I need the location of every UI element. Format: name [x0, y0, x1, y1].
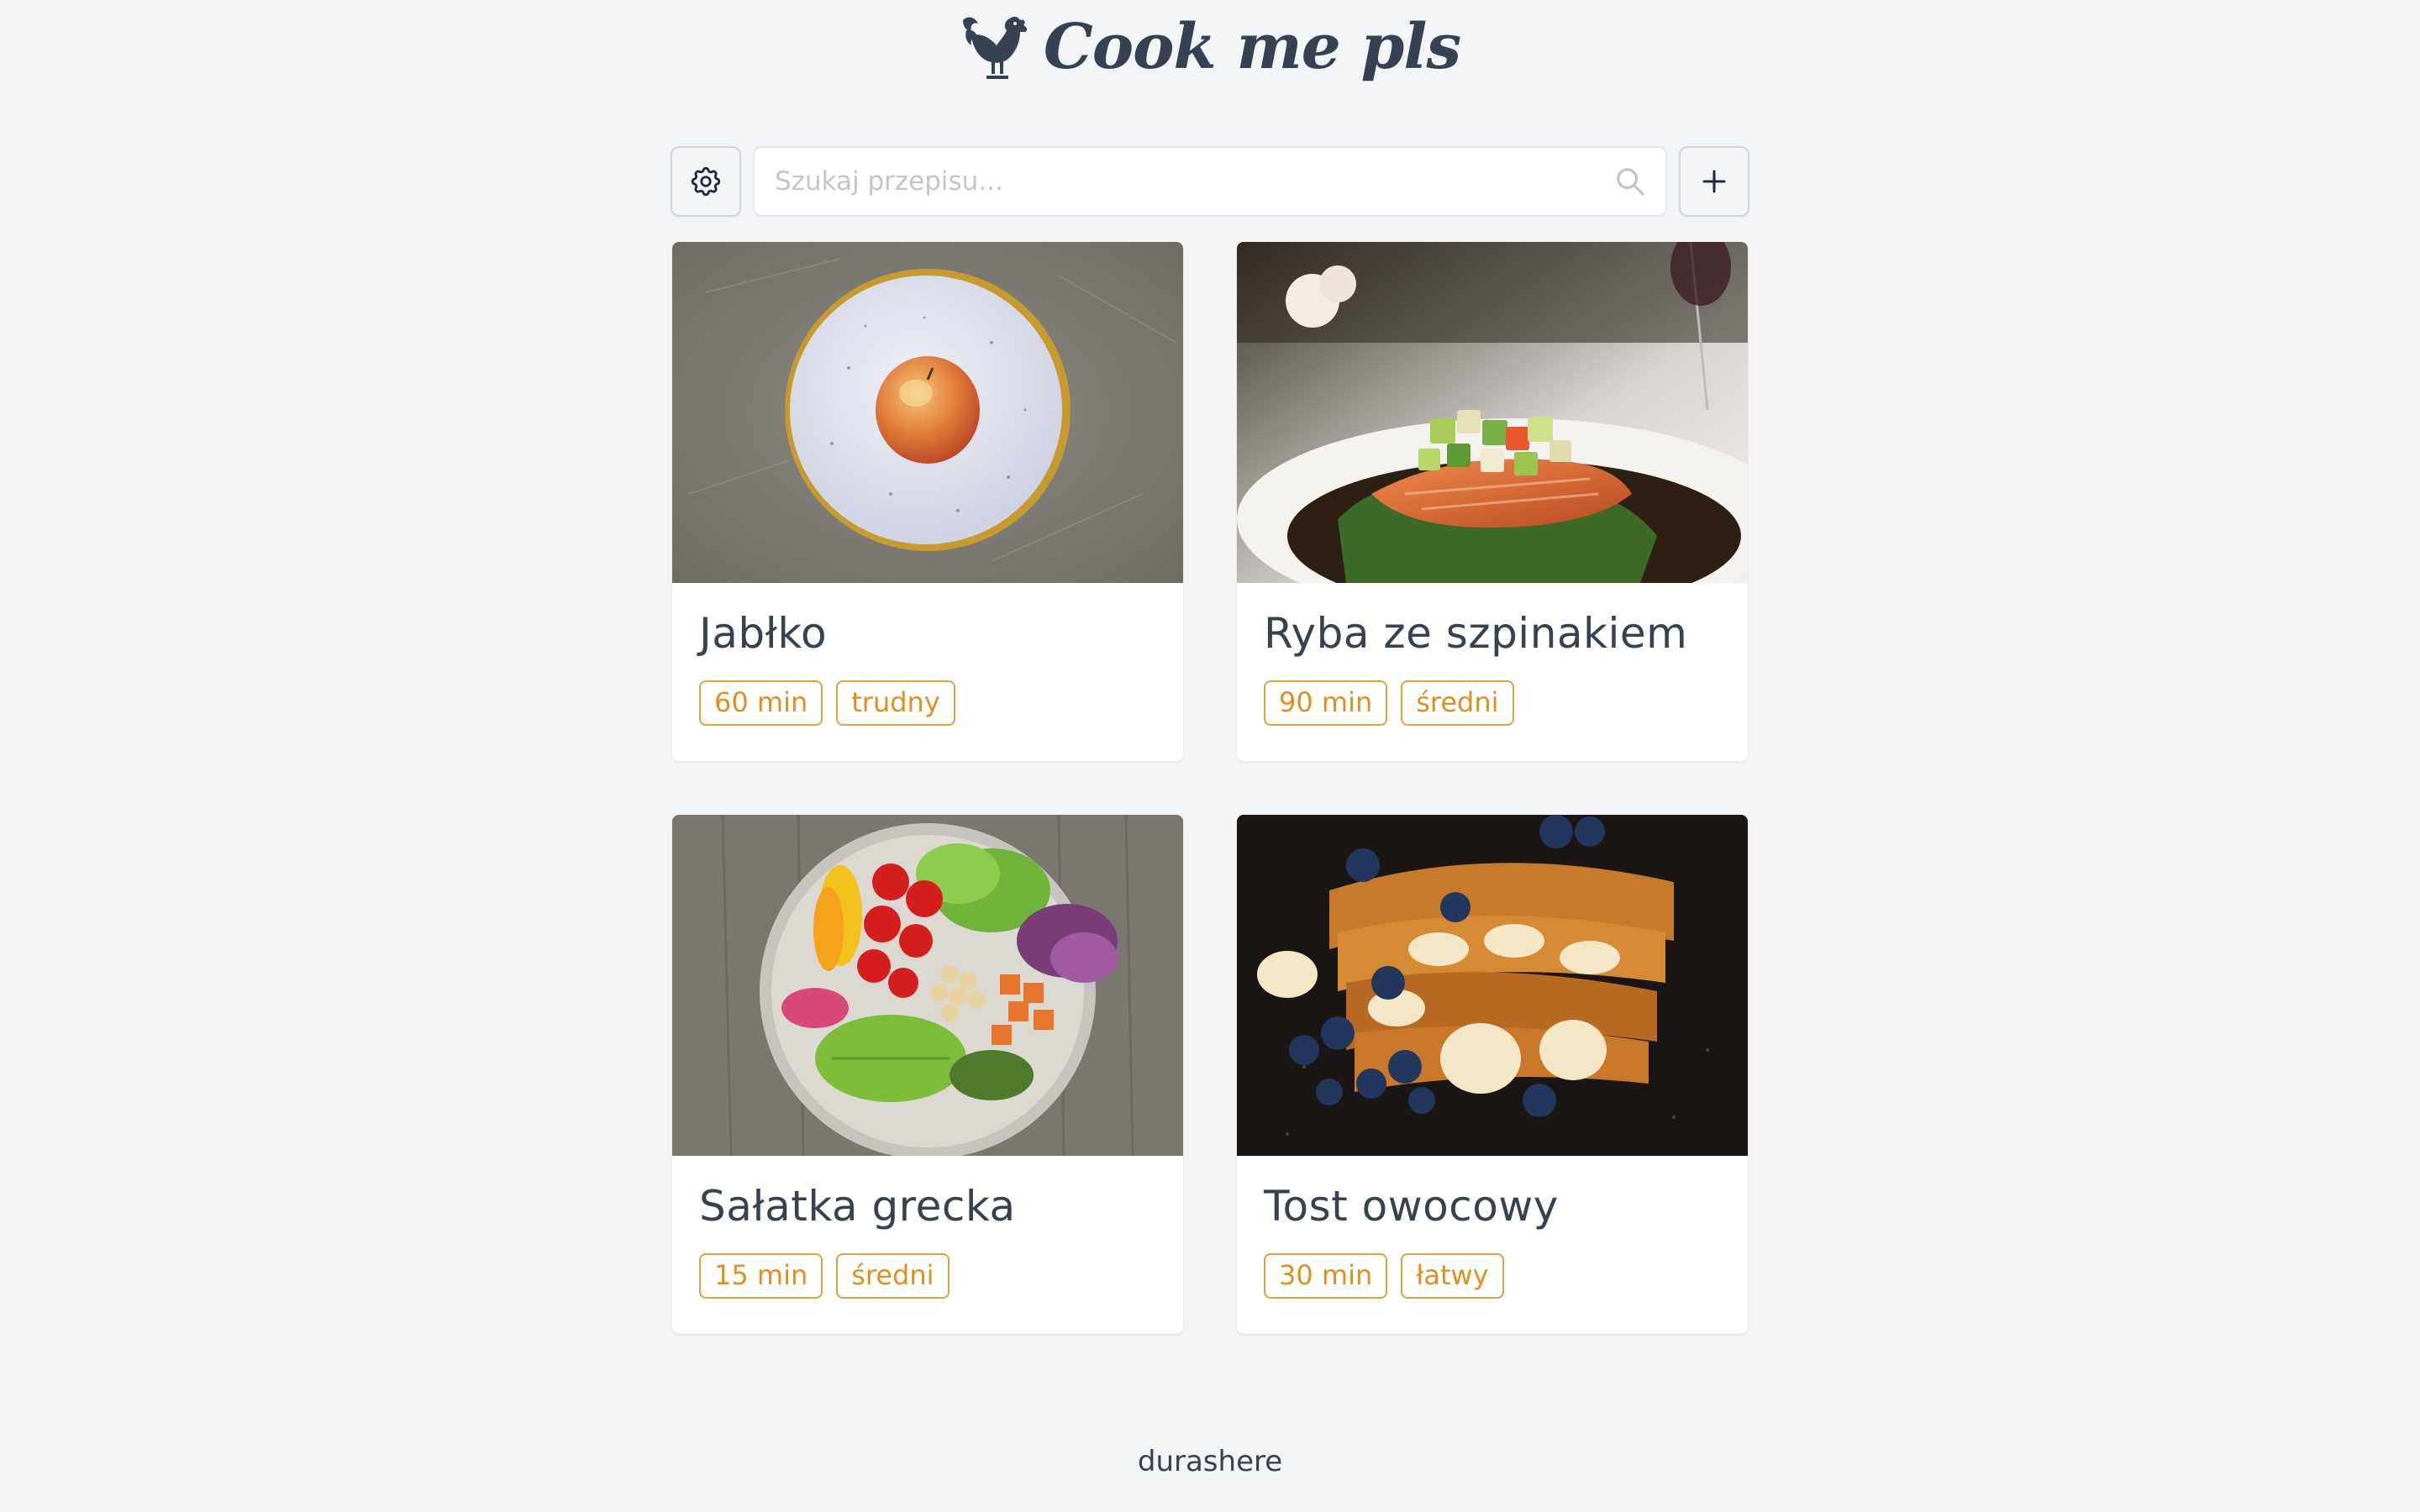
- footer-credit[interactable]: durashere: [0, 1445, 2420, 1478]
- gear-icon: [691, 166, 721, 197]
- time-badge: 90 min: [1264, 680, 1388, 726]
- recipe-image-salmon: [1237, 242, 1748, 583]
- header: Cook me pls: [0, 12, 2420, 82]
- search-icon[interactable]: [1613, 165, 1647, 198]
- recipe-image-apple: [672, 242, 1183, 583]
- recipe-image-salad: [672, 815, 1183, 1156]
- recipe-title: Tost owocowy: [1264, 1182, 1559, 1231]
- rooster-icon: [962, 16, 1028, 79]
- time-badge: 30 min: [1264, 1253, 1388, 1299]
- difficulty-badge: trudny: [836, 680, 955, 726]
- difficulty-badge: średni: [1401, 680, 1514, 726]
- difficulty-badge: średni: [836, 1253, 950, 1299]
- toolbar: [671, 146, 1749, 217]
- time-badge: 60 min: [699, 680, 823, 726]
- recipe-card[interactable]: Sałatka grecka 15 min średni: [672, 815, 1183, 1334]
- recipe-title: Ryba ze szpinakiem: [1264, 609, 1688, 658]
- recipe-card[interactable]: Jabłko 60 min trudny: [672, 242, 1183, 761]
- recipe-title: Sałatka grecka: [699, 1182, 1016, 1231]
- search-box: [753, 146, 1667, 217]
- plus-icon: [1702, 170, 1726, 193]
- page: Cook me pls Szukaj przepisu... Jabłko 60…: [0, 0, 2420, 1512]
- recipe-image-toast: [1237, 815, 1748, 1156]
- settings-button[interactable]: [671, 146, 741, 217]
- add-recipe-button[interactable]: [1679, 146, 1749, 217]
- recipe-card[interactable]: Ryba ze szpinakiem 90 min średni: [1237, 242, 1748, 761]
- difficulty-badge: łatwy: [1401, 1253, 1504, 1299]
- app-logo-text[interactable]: Cook me pls: [1044, 16, 1461, 78]
- recipe-title: Jabłko: [699, 609, 828, 658]
- recipe-card[interactable]: Tost owocowy 30 min łatwy: [1237, 815, 1748, 1334]
- time-badge: 15 min: [699, 1253, 823, 1299]
- recipe-grid: Jabłko 60 min trudny Ryba ze szpinakiem …: [672, 242, 1749, 1334]
- search-input[interactable]: [755, 148, 1665, 215]
